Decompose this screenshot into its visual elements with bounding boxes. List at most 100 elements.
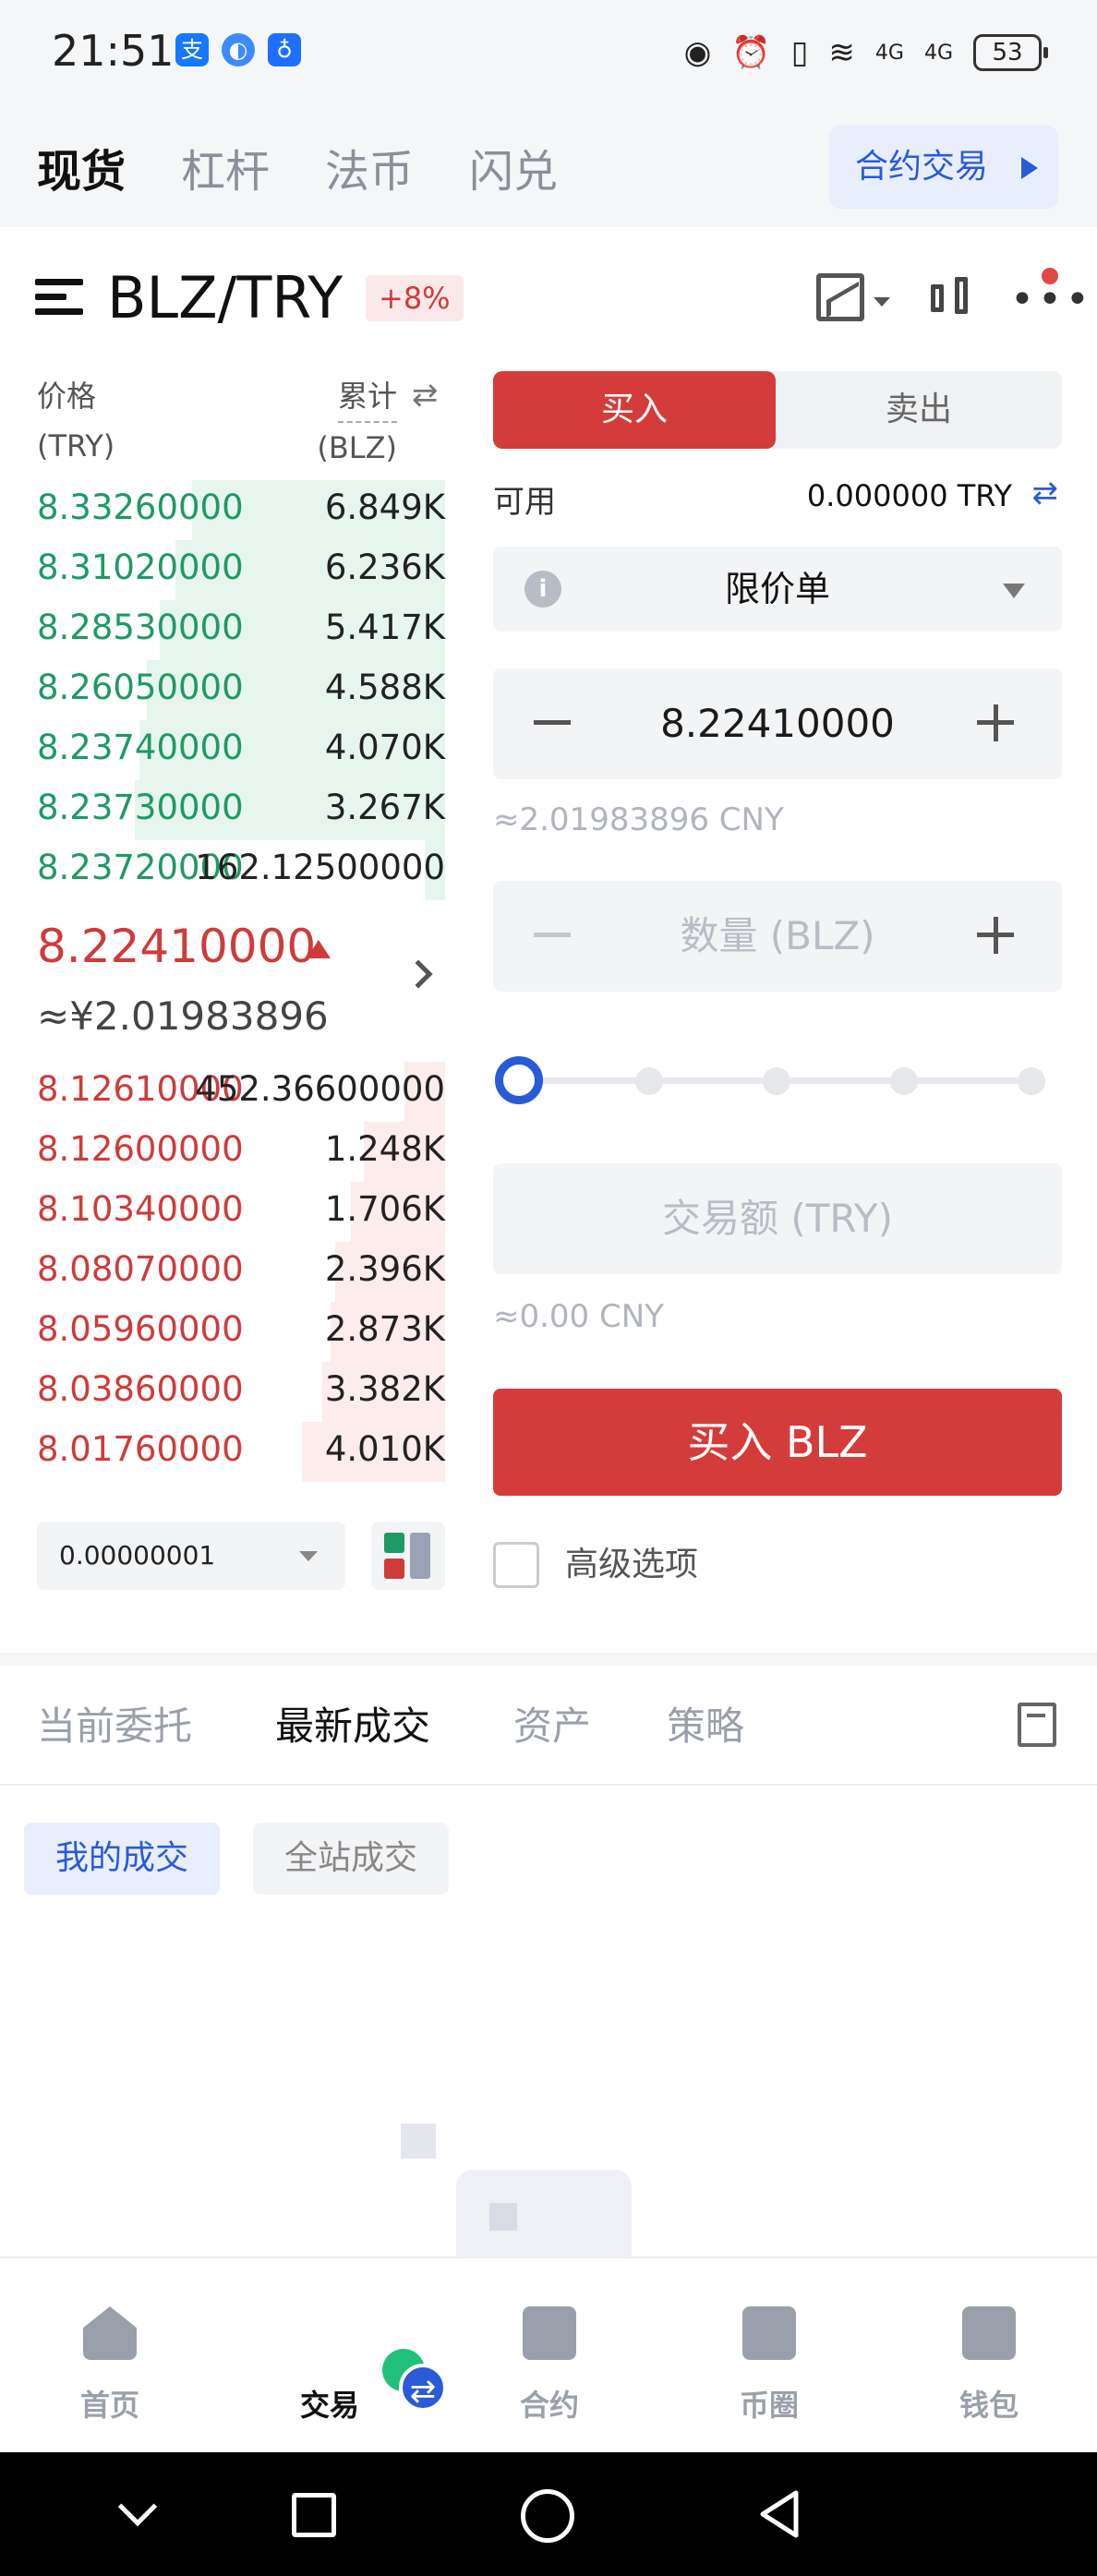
bottom-nav: 首页 ⇄ 交易 合约 币圈 钱包: [0, 2257, 1097, 2452]
minus-icon[interactable]: [534, 933, 571, 937]
bid-row[interactable]: 8.12610000 452.36600000: [37, 1062, 445, 1122]
more-icon[interactable]: •••: [1010, 280, 1093, 320]
nav-trade[interactable]: ⇄ 交易: [220, 2258, 447, 2454]
ask-row[interactable]: 8.23730000 3.267K: [37, 780, 445, 840]
chevron-down-icon: [299, 1551, 318, 1561]
plus-icon-vertical: [994, 704, 998, 741]
ask-quantity: 4.070K: [324, 728, 445, 767]
signal-icon-2: 4G: [923, 41, 953, 65]
all-trades-chip[interactable]: 全站成交: [253, 1823, 450, 1895]
slider-dot-100[interactable]: [1018, 1067, 1045, 1095]
bid-price: 8.03860000: [37, 1369, 244, 1409]
amount-slider[interactable]: [493, 1053, 1062, 1108]
tab-latest-trades[interactable]: 最新成交: [275, 1695, 430, 1751]
candlestick-icon[interactable]: [929, 273, 975, 325]
pair-name[interactable]: BLZ/TRY: [107, 264, 343, 331]
tab-margin[interactable]: 杠杆: [181, 135, 270, 199]
tab-fiat[interactable]: 法币: [325, 135, 414, 199]
tab-spot[interactable]: 现货: [37, 135, 127, 199]
nav-contract[interactable]: 合约: [440, 2258, 659, 2454]
ask-row[interactable]: 8.33260000 6.849K: [37, 480, 445, 540]
bid-row[interactable]: 8.08070000 2.396K: [37, 1242, 445, 1302]
slider-dot-25[interactable]: [635, 1067, 663, 1095]
home-icon: [83, 2306, 137, 2360]
chevron-right-icon[interactable]: [404, 959, 433, 989]
tab-swap[interactable]: 闪兑: [469, 135, 558, 199]
order-history-icon[interactable]: [1018, 1703, 1056, 1747]
ask-row[interactable]: 8.28530000 5.417K: [37, 600, 445, 660]
nav-community[interactable]: 币圈: [659, 2258, 879, 2454]
buy-sell-toggle: 买入 卖出: [493, 371, 1062, 449]
price-input[interactable]: 8.22410000: [493, 668, 1062, 779]
nav-home[interactable]: 首页: [0, 2258, 220, 2454]
nav-home-label: 首页: [79, 2388, 139, 2423]
ask-price: 8.23740000: [37, 728, 244, 767]
community-icon: [742, 2306, 796, 2360]
bid-price: 8.12600000: [37, 1129, 244, 1169]
slider-knob[interactable]: [495, 1056, 543, 1104]
available-label: 可用: [493, 484, 556, 521]
play-arrow-icon: [1021, 157, 1038, 179]
amount-input[interactable]: 交易额 (TRY): [493, 1163, 1062, 1274]
bid-row[interactable]: 8.05960000 2.873K: [37, 1302, 445, 1362]
bid-row[interactable]: 8.01760000 4.010K: [37, 1422, 445, 1482]
trade-icon: ⇄: [303, 2306, 447, 2412]
plus-icon-vertical: [994, 917, 998, 954]
bid-row[interactable]: 8.12600000 1.248K: [37, 1122, 445, 1182]
amount-cny: ≈0.00 CNY: [493, 1298, 664, 1335]
nav-wallet[interactable]: 钱包: [879, 2258, 1097, 2454]
contract-trade-label: 合约交易: [855, 148, 989, 186]
my-trades-chip[interactable]: 我的成交: [24, 1823, 221, 1895]
collapse-icon[interactable]: [117, 2486, 158, 2527]
buy-tab[interactable]: 买入: [493, 371, 776, 449]
slider-dot-50[interactable]: [763, 1067, 790, 1095]
price-header: 价格 (TRY): [37, 371, 115, 471]
tab-open-orders[interactable]: 当前委托: [37, 1695, 192, 1751]
buy-submit-button[interactable]: 买入 BLZ: [493, 1389, 1062, 1496]
tab-assets[interactable]: 资产: [513, 1695, 591, 1751]
quantity-input[interactable]: 数量 (BLZ): [493, 881, 1062, 992]
pair-list-icon[interactable]: [35, 279, 83, 319]
empty-state-illustration: [401, 2124, 696, 2271]
system-nav-bar: [0, 2452, 1097, 2576]
ask-quantity: 5.417K: [324, 608, 445, 647]
transfer-icon[interactable]: ⇄: [1032, 475, 1059, 512]
contract-trade-button[interactable]: 合约交易: [829, 126, 1058, 209]
precision-select[interactable]: 0.00000001: [37, 1522, 345, 1590]
bid-price: 8.10340000: [37, 1189, 244, 1229]
eye-icon: ◉: [683, 34, 712, 71]
last-price: 8.22410000: [37, 920, 317, 973]
ask-quantity: 162.12500000: [195, 848, 445, 887]
total-header[interactable]: 累计 (BLZ): [305, 371, 397, 473]
advanced-label[interactable]: 高级选项: [565, 1542, 698, 1588]
order-type-select[interactable]: i 限价单: [493, 547, 1062, 632]
slider-dot-75[interactable]: [890, 1067, 918, 1095]
bid-quantity: 452.36600000: [195, 1069, 445, 1109]
ask-row[interactable]: 8.31020000 6.236K: [37, 540, 445, 600]
advanced-checkbox[interactable]: [493, 1542, 539, 1588]
contract-icon: [523, 2306, 576, 2360]
bid-row[interactable]: 8.10340000 1.706K: [37, 1182, 445, 1242]
ask-row[interactable]: 8.23720000 162.12500000: [37, 840, 445, 900]
bid-row[interactable]: 8.03860000 3.382K: [37, 1362, 445, 1422]
home-button-icon[interactable]: [521, 2489, 574, 2543]
ask-row[interactable]: 8.26050000 4.588K: [37, 660, 445, 720]
sell-tab[interactable]: 卖出: [776, 371, 1062, 449]
orderbook-layout-icon[interactable]: [371, 1522, 445, 1590]
minus-icon[interactable]: [534, 720, 571, 725]
price-header-label: 价格: [37, 379, 97, 414]
ask-row[interactable]: 8.23740000 4.070K: [37, 720, 445, 780]
bulb-icon: ♁: [268, 33, 301, 66]
back-icon[interactable]: [759, 2489, 800, 2539]
nav-contract-label: 合约: [519, 2388, 579, 2423]
bid-quantity: 1.248K: [324, 1129, 445, 1169]
price-cny: ≈2.01983896 CNY: [493, 801, 784, 838]
recents-icon[interactable]: [292, 2493, 336, 2537]
tab-strategy[interactable]: 策略: [667, 1695, 744, 1751]
swap-icon[interactable]: ⇄: [412, 377, 439, 414]
alarm-icon: ⏰: [731, 34, 771, 71]
chevron-down-icon[interactable]: [874, 297, 890, 307]
amount-placeholder[interactable]: 交易额 (TRY): [493, 1163, 1062, 1274]
ask-price: 8.26050000: [37, 668, 244, 707]
chart-icon[interactable]: [816, 273, 864, 321]
